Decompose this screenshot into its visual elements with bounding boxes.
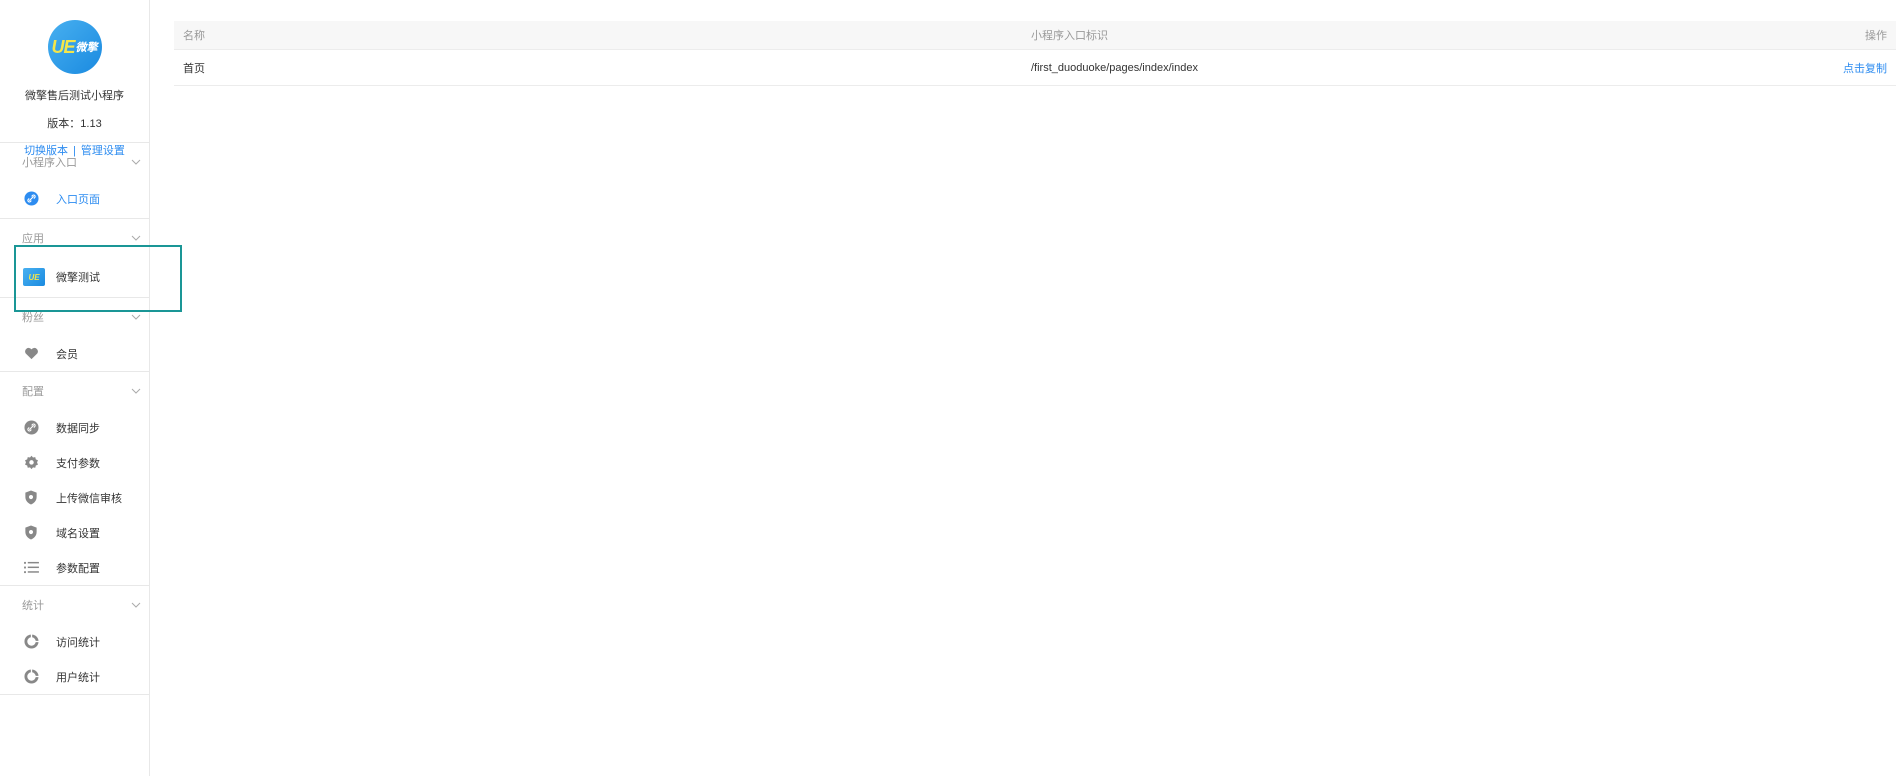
heart-icon [23, 346, 39, 362]
cell-action: 点击复制 [1676, 49, 1896, 86]
app-logo-subtext: 微擎 [75, 42, 98, 54]
list-icon [23, 560, 39, 576]
group-header-config[interactable]: 配置 [0, 372, 149, 410]
sidebar-item-label: 用户统计 [56, 671, 100, 684]
shield-icon [23, 525, 39, 541]
cell-path: /first_duoduoke/pages/index/index [1022, 49, 1677, 86]
sidebar-item-label: 参数配置 [56, 562, 100, 575]
sidebar-bottom-divider [0, 694, 149, 695]
sync-icon [23, 420, 39, 436]
sidebar-item-domain-settings[interactable]: 域名设置 [0, 515, 149, 550]
app-version: 版本：1.13 [47, 118, 102, 130]
group-stats: 统计 访问统计 用户统计 [0, 585, 149, 694]
group-config: 配置 数据同步 支付参数 上传微信审核 域名设置 参数配置 [0, 371, 149, 585]
table-header-row: 名称 小程序入口标识 操作 [174, 21, 1896, 50]
sidebar-item-label: 微擎测试 [56, 272, 100, 284]
mini-logo-text: UE [28, 272, 40, 282]
group-title: 应用 [22, 233, 44, 245]
group-header-stats[interactable]: 统计 [0, 586, 149, 624]
sidebar-item-label: 域名设置 [56, 527, 100, 540]
link-icon [23, 191, 39, 207]
manage-settings-link[interactable]: 管理设置 [81, 145, 125, 157]
group-entry: 小程序入口 入口页面 [0, 142, 149, 216]
group-title: 配置 [22, 386, 44, 398]
sidebar-item-label: 支付参数 [56, 457, 100, 470]
gear-icon [23, 455, 39, 471]
group-apps: 应用 UE 微擎测试 [0, 218, 149, 297]
sidebar-item-label: 会员 [56, 348, 78, 361]
column-header-action: 操作 [1676, 21, 1896, 50]
chevron-down-icon [131, 602, 141, 608]
table-row: 首页 /first_duoduoke/pages/index/index 点击复… [174, 49, 1896, 86]
sidebar-item-label: 数据同步 [56, 422, 100, 435]
app-logo-text: UE [51, 36, 75, 57]
group-fans: 粉丝 会员 [0, 297, 149, 371]
sidebar-item-weiqing-test[interactable]: UE 微擎测试 [0, 257, 149, 297]
chevron-down-icon [131, 235, 141, 241]
column-header-name: 名称 [174, 21, 1022, 50]
group-header-apps[interactable]: 应用 [0, 219, 149, 257]
group-title: 粉丝 [22, 312, 44, 324]
sidebar-item-label: 入口页面 [56, 193, 100, 206]
group-header-fans[interactable]: 粉丝 [0, 298, 149, 336]
sidebar-item-visit-stats[interactable]: 访问统计 [0, 624, 149, 659]
entry-table: 名称 小程序入口标识 操作 首页 /first_duoduoke/pages/i… [174, 21, 1896, 86]
app-name: 微擎售后测试小程序 [25, 90, 124, 102]
sidebar-item-label: 上传微信审核 [56, 492, 122, 505]
sidebar-item-label: 访问统计 [56, 636, 100, 649]
chevron-down-icon [131, 159, 141, 165]
app-logo-icon: UE [23, 268, 45, 286]
chevron-down-icon [131, 314, 141, 320]
group-title: 小程序入口 [22, 157, 77, 169]
sidebar: UE 微擎 微擎售后测试小程序 版本：1.13 切换版本 | 管理设置 小程序入口 入… [0, 0, 150, 776]
sidebar-item-data-sync[interactable]: 数据同步 [0, 410, 149, 445]
chevron-down-icon [131, 388, 141, 394]
app-logo: UE 微擎 [47, 20, 102, 74]
column-header-path: 小程序入口标识 [1022, 21, 1677, 50]
app-profile: UE 微擎 微擎售后测试小程序 版本：1.13 切换版本 | 管理设置 [0, 0, 149, 157]
sidebar-item-members[interactable]: 会员 [0, 336, 149, 371]
sidebar-item-param-config[interactable]: 参数配置 [0, 550, 149, 585]
sidebar-item-payment-params[interactable]: 支付参数 [0, 445, 149, 480]
group-title: 统计 [22, 600, 44, 612]
main-content: 名称 小程序入口标识 操作 首页 /first_duoduoke/pages/i… [174, 21, 1896, 86]
cell-name: 首页 [174, 49, 1022, 86]
sidebar-item-wechat-review[interactable]: 上传微信审核 [0, 480, 149, 515]
shield-icon [23, 490, 39, 506]
copy-link[interactable]: 点击复制 [1843, 63, 1887, 75]
sidebar-item-entry-page[interactable]: 入口页面 [0, 181, 149, 216]
pie-chart-icon [23, 669, 39, 685]
sidebar-item-user-stats[interactable]: 用户统计 [0, 659, 149, 694]
pie-chart-icon [23, 634, 39, 650]
